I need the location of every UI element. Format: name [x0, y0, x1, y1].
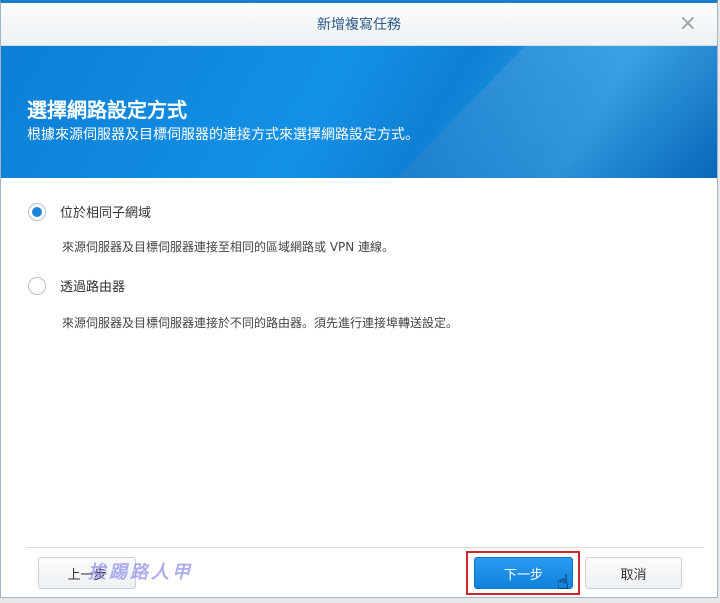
cancel-button[interactable]: 取消 [585, 557, 682, 589]
close-icon[interactable]: × [679, 11, 697, 36]
title-bar: 新增複寫任務 × [1, 3, 717, 46]
radio-button-checked[interactable] [28, 202, 46, 221]
watermark: 挨踢路人甲 [88, 562, 193, 583]
page-subtitle: 根據來源伺服器及目標伺服器的連接方式來選擇網路設定方式。 [27, 127, 419, 143]
option-label: 位於相同子網域 [60, 206, 152, 221]
dialog-window: 新增複寫任務 × 選擇網路設定方式 根據來源伺服器及目標伺服器的連接方式來選擇網… [0, 0, 718, 598]
hand-cursor-icon: ☝ [557, 570, 570, 594]
option-description: 來源伺服器及目標伺服器連接至相同的區域網路或 VPN 連線。 [62, 240, 395, 254]
option-description: 來源伺服器及目標伺服器連接於不同的路由器。須先進行連接埠轉送設定。 [62, 316, 459, 330]
radio-same-subnet[interactable]: 位於相同子網域 [28, 202, 151, 221]
banner-decoration [397, 46, 717, 178]
radio-button[interactable] [28, 276, 46, 295]
dialog-title: 新增複寫任務 [317, 17, 401, 33]
option-label: 透過路由器 [60, 280, 126, 295]
footer-divider [26, 547, 704, 548]
radio-via-router[interactable]: 透過路由器 [28, 276, 125, 295]
header-banner: 選擇網路設定方式 根據來源伺服器及目標伺服器的連接方式來選擇網路設定方式。 [1, 46, 717, 178]
page-title: 選擇網路設定方式 [27, 98, 187, 122]
